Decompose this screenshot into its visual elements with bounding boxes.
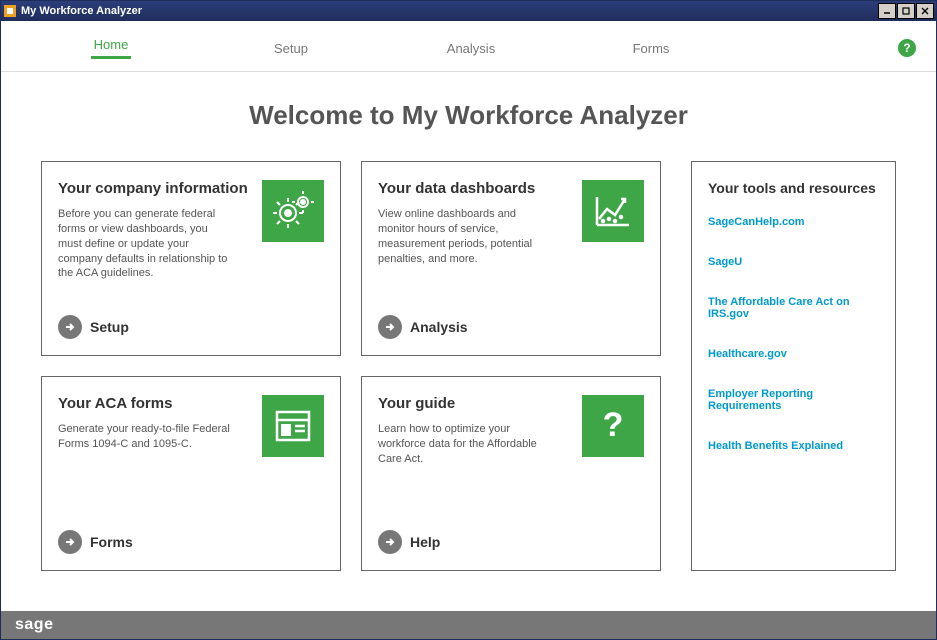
- card-desc: Generate your ready-to-file Federal Form…: [58, 422, 233, 452]
- card-title: Your data dashboards: [378, 180, 553, 197]
- page-title: Welcome to My Workforce Analyzer: [1, 100, 936, 131]
- maximize-button[interactable]: [897, 3, 915, 19]
- arrow-right-icon: [58, 315, 82, 339]
- setup-button[interactable]: Setup: [58, 315, 324, 339]
- action-label: Forms: [90, 534, 133, 550]
- content-area: Your company information Before you can …: [1, 161, 936, 591]
- close-button[interactable]: [916, 3, 934, 19]
- titlebar: My Workforce Analyzer: [1, 1, 936, 21]
- link-healthcare-gov[interactable]: Healthcare.gov: [708, 348, 879, 360]
- window-title: My Workforce Analyzer: [21, 5, 142, 17]
- svg-text:?: ?: [603, 406, 624, 444]
- analysis-button[interactable]: Analysis: [378, 315, 644, 339]
- arrow-right-icon: [378, 315, 402, 339]
- tab-label: Forms: [633, 41, 670, 56]
- tab-analysis[interactable]: Analysis: [381, 35, 561, 62]
- question-icon: ?: [582, 395, 644, 457]
- app-window: My Workforce Analyzer Home Setup Analysi…: [0, 0, 937, 640]
- arrow-right-icon: [378, 530, 402, 554]
- window-controls: [877, 3, 934, 19]
- link-sageu[interactable]: SageU: [708, 256, 879, 268]
- card-company-info: Your company information Before you can …: [41, 161, 341, 356]
- help-icon[interactable]: ?: [898, 39, 916, 57]
- app-icon: [3, 4, 17, 18]
- help-button[interactable]: Help: [378, 530, 644, 554]
- tab-label: Setup: [274, 41, 308, 56]
- tab-forms[interactable]: Forms: [561, 35, 741, 62]
- action-label: Setup: [90, 319, 129, 335]
- minimize-button[interactable]: [878, 3, 896, 19]
- tab-label: Home: [94, 37, 129, 52]
- forms-button[interactable]: Forms: [58, 530, 324, 554]
- link-employer-reporting[interactable]: Employer Reporting Requirements: [708, 388, 879, 412]
- tab-home[interactable]: Home: [21, 31, 201, 65]
- card-data-dashboards: Your data dashboards View online dashboa…: [361, 161, 661, 356]
- action-label: Analysis: [410, 319, 468, 335]
- card-your-guide: Your guide Learn how to optimize your wo…: [361, 376, 661, 571]
- tab-setup[interactable]: Setup: [201, 35, 381, 62]
- tab-label: Analysis: [447, 41, 495, 56]
- window-icon: [262, 395, 324, 457]
- card-desc: View online dashboards and monitor hours…: [378, 207, 553, 266]
- tab-bar: Home Setup Analysis Forms ?: [1, 21, 936, 72]
- card-desc: Before you can generate federal forms or…: [58, 207, 233, 281]
- resources-panel: Your tools and resources SageCanHelp.com…: [691, 161, 896, 571]
- arrow-right-icon: [58, 530, 82, 554]
- card-title: Your company information: [58, 180, 248, 197]
- footer: sage: [1, 611, 936, 639]
- card-aca-forms: Your ACA forms Generate your ready-to-fi…: [41, 376, 341, 571]
- action-label: Help: [410, 534, 440, 550]
- link-sagecanhelp[interactable]: SageCanHelp.com: [708, 216, 879, 228]
- card-title: Your ACA forms: [58, 395, 233, 412]
- link-health-benefits[interactable]: Health Benefits Explained: [708, 440, 879, 452]
- sage-logo: sage: [15, 616, 53, 634]
- card-title: Your guide: [378, 395, 553, 412]
- card-desc: Learn how to optimize your workforce dat…: [378, 422, 553, 467]
- link-aca-irs[interactable]: The Affordable Care Act on IRS.gov: [708, 296, 879, 320]
- gears-icon: [262, 180, 324, 242]
- chart-icon: [582, 180, 644, 242]
- resources-title: Your tools and resources: [708, 180, 879, 196]
- tab-underline: [91, 56, 131, 59]
- cards-grid: Your company information Before you can …: [41, 161, 661, 571]
